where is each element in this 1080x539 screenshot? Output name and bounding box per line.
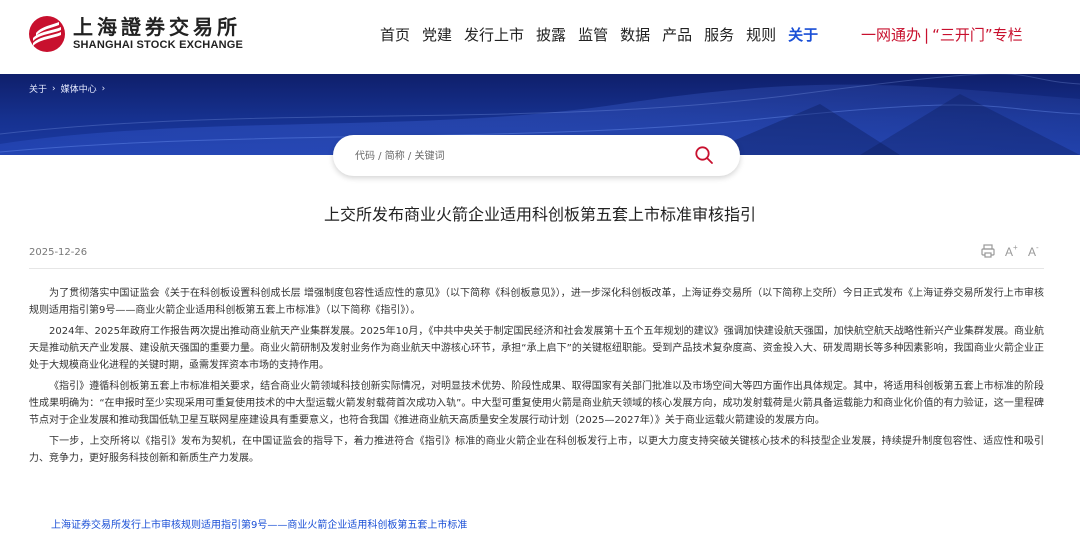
special-links: 一网通办 | “三开门”专栏 — [861, 25, 1023, 45]
nav-item-services[interactable]: 服务 — [704, 25, 734, 45]
printer-icon[interactable] — [980, 243, 996, 259]
chevron-right-icon: › — [52, 83, 56, 94]
search-box — [333, 135, 740, 176]
article-body: 为了贯彻落实中国证监会《关于在科创板设置科创成长层 增强制度包容性适应性的意见》… — [29, 285, 1044, 471]
sse-logo[interactable]: 上海證券交易所 SHANGHAI STOCK EXCHANGE — [28, 15, 243, 53]
article-paragraph: 2024年、2025年政府工作报告两次提出推动商业航天产业集群发展。2025年1… — [29, 326, 1044, 371]
divider: | — [924, 26, 930, 44]
search-icon[interactable] — [694, 145, 714, 165]
svg-text:A: A — [1005, 245, 1013, 259]
article-tools: A + A - — [973, 243, 1042, 259]
breadcrumb: 关于 › 媒体中心 › — [29, 82, 110, 96]
font-decrease-icon[interactable]: A - — [1026, 243, 1042, 259]
three-doors-column-link[interactable]: “三开门”专栏 — [932, 25, 1023, 45]
article-paragraph: 下一步，上交所将以《指引》发布为契机，在中国证监会的指导下，着力推进符合《指引》… — [29, 436, 1044, 464]
nav-item-data[interactable]: 数据 — [620, 25, 650, 45]
nav-item-home[interactable]: 首页 — [380, 25, 410, 45]
one-stop-service-link[interactable]: 一网通办 — [861, 25, 921, 45]
main-nav: 首页 党建 发行上市 披露 监管 数据 产品 服务 规则 关于 — [380, 25, 830, 45]
nav-item-listing[interactable]: 发行上市 — [464, 25, 524, 45]
nav-item-rules[interactable]: 规则 — [746, 25, 776, 45]
nav-item-disclosure[interactable]: 披露 — [536, 25, 566, 45]
nav-item-party[interactable]: 党建 — [422, 25, 452, 45]
sse-logo-icon — [29, 16, 65, 52]
article-paragraph: 为了贯彻落实中国证监会《关于在科创板设置科创成长层 增强制度包容性适应性的意见》… — [29, 288, 1044, 316]
search-input[interactable] — [355, 146, 675, 166]
nav-item-about[interactable]: 关于 — [788, 25, 818, 45]
nav-item-regulation[interactable]: 监管 — [578, 25, 608, 45]
breadcrumb-about[interactable]: 关于 — [29, 82, 47, 95]
article-title: 上交所发布商业火箭企业适用科创板第五套上市标准审核指引 — [323, 205, 756, 224]
breadcrumb-media-center[interactable]: 媒体中心 — [61, 82, 97, 95]
svg-text:A: A — [1028, 245, 1036, 259]
svg-text:+: + — [1013, 243, 1018, 252]
article-paragraph: 《指引》遵循科创板第五套上市标准相关要求，结合商业火箭领域科技创新实际情况，对明… — [29, 381, 1044, 426]
logo-english-name: SHANGHAI STOCK EXCHANGE — [73, 39, 244, 51]
divider — [29, 268, 1044, 269]
chevron-right-icon: › — [101, 83, 106, 94]
site-header: 上海證券交易所 SHANGHAI STOCK EXCHANGE 首页 党建 发行… — [0, 0, 1080, 74]
attachment-link[interactable]: 上海证券交易所发行上市审核规则适用指引第9号——商业火箭企业适用科创板第五套上市… — [51, 519, 467, 533]
logo-chinese-name: 上海證券交易所 — [73, 15, 241, 39]
font-increase-icon[interactable]: A + — [1003, 243, 1019, 259]
nav-item-products[interactable]: 产品 — [662, 25, 692, 45]
article-date: 2025-12-26 — [29, 247, 88, 258]
svg-text:-: - — [1036, 243, 1039, 252]
